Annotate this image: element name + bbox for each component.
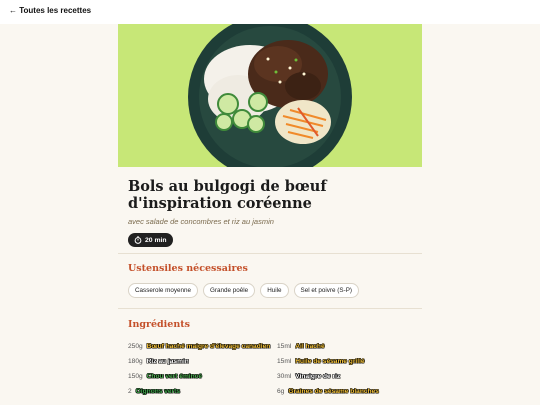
utensil-chip: Sel et poivre (S-P) <box>293 283 359 298</box>
ingredient-item: 2 Oignons verts <box>128 387 273 396</box>
ingredient-item: 15ml Huile de sésame grillé <box>277 357 422 366</box>
section-divider <box>118 253 422 254</box>
ingredient-item: 30ml Vinaigre de riz <box>277 372 422 381</box>
prep-time-badge: 20 min <box>128 233 173 247</box>
ingredients-column-left: 250g Bœuf haché maigre d'élevage canadien… <box>128 342 273 402</box>
bulgogi-bowl-illustration <box>118 24 422 167</box>
ingredient-item: 150g Chou vert émincé <box>128 372 273 381</box>
utensils-list: Casserole moyenne Grande poêle Huile Sel… <box>128 283 359 298</box>
ingredient-name: Graines de sésame blanches <box>288 388 379 395</box>
utensils-heading: Ustensiles nécessaires <box>128 263 248 274</box>
ingredient-quantity: 180g <box>128 358 143 365</box>
utensil-chip: Casserole moyenne <box>128 283 199 298</box>
ingredient-name: Bœuf haché maigre d'élevage canadien <box>146 343 271 350</box>
ingredient-name: Vinaigre de riz <box>295 373 341 380</box>
ingredient-quantity: 250g <box>128 343 143 350</box>
ingredient-quantity: 2 <box>128 388 132 395</box>
top-bar: ← Toutes les recettes <box>0 0 540 24</box>
utensil-chip: Grande poêle <box>203 283 256 298</box>
ingredient-item: 180g Riz au jasmin <box>128 357 273 366</box>
ingredient-item: 250g Bœuf haché maigre d'élevage canadien <box>128 342 273 351</box>
recipe-subtitle: avec salade de concombres et riz au jasm… <box>128 217 274 226</box>
recipe-hero-image <box>118 24 422 167</box>
section-divider <box>118 308 422 309</box>
timer-icon <box>134 236 142 244</box>
recipe-header: Bols au bulgogi de bœuf d'inspiration co… <box>128 178 418 249</box>
ingredient-quantity: 150g <box>128 373 143 380</box>
ingredient-quantity: 15ml <box>277 343 292 350</box>
ingredient-item: 6g Graines de sésame blanches <box>277 387 422 396</box>
ingredient-quantity: 30ml <box>277 373 292 380</box>
ingredient-name: Huile de sésame grillé <box>295 358 365 365</box>
ingredient-quantity: 15ml <box>277 358 292 365</box>
ingredient-name: Riz au jasmin <box>146 358 189 365</box>
ingredient-item: 15ml Ail haché <box>277 342 422 351</box>
ingredients-heading: Ingrédients <box>128 319 190 330</box>
ingredient-quantity: 6g <box>277 388 285 395</box>
prep-time-value: 20 min <box>145 236 167 244</box>
recipe-title: Bols au bulgogi de bœuf d'inspiration co… <box>128 178 327 212</box>
back-to-recipes-link[interactable]: ← Toutes les recettes <box>9 6 91 15</box>
utensil-chip: Huile <box>260 283 289 298</box>
ingredient-name: Chou vert émincé <box>146 373 203 380</box>
ingredient-name: Ail haché <box>295 343 325 350</box>
ingredient-name: Oignons verts <box>135 388 181 395</box>
ingredients-column-right: 15ml Ail haché 15ml Huile de sésame grillé… <box>277 342 422 402</box>
